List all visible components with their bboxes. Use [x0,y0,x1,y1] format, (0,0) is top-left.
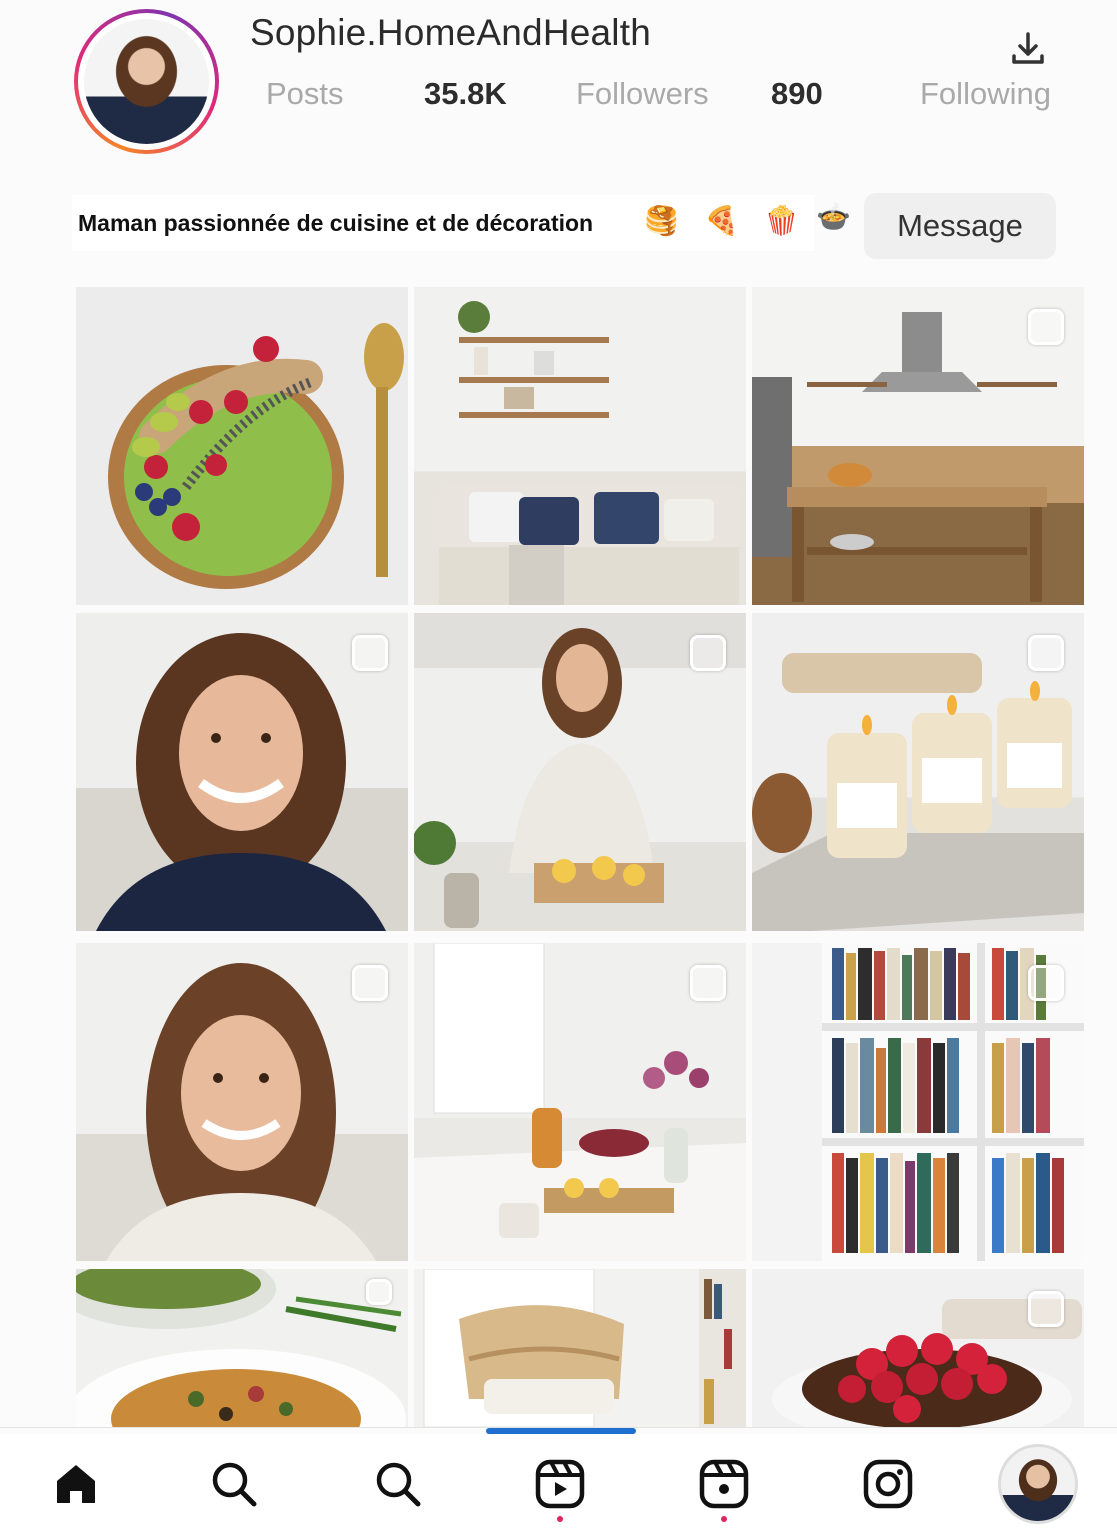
multi-select-checkbox[interactable] [690,635,726,671]
followers-label[interactable]: Followers [576,76,709,112]
multi-select-checkbox[interactable] [1028,635,1064,671]
reels-activity-icon[interactable] [696,1456,752,1522]
multi-select-checkbox[interactable] [1028,965,1064,1001]
multi-select-checkbox[interactable] [366,1279,392,1305]
post-candles[interactable] [752,613,1084,931]
post-grid [76,287,1084,1427]
download-icon[interactable] [1010,30,1046,68]
profile-avatar-nav[interactable] [998,1444,1078,1524]
multi-select-checkbox[interactable] [352,635,388,671]
multi-select-checkbox[interactable] [690,965,726,1001]
multi-select-checkbox[interactable] [1028,1291,1064,1327]
post-portrait-1[interactable] [76,613,408,931]
notification-dot [721,1516,727,1522]
post-raspberry-cake[interactable] [752,1269,1084,1427]
stew-icon: 🍲 [816,200,851,233]
reels-icon[interactable] [532,1456,588,1522]
following-label[interactable]: Following [920,76,1051,112]
followers-count[interactable]: 35.8K [424,76,507,112]
search-icon[interactable] [206,1456,262,1512]
living-room-image [439,301,739,605]
post-smoothie-bowl[interactable] [76,287,408,605]
profile-avatar[interactable] [74,9,219,154]
bio-text: Maman passionnée de cuisine et de décora… [78,209,594,236]
avatar-photo [84,19,209,144]
posts-label[interactable]: Posts [266,76,344,112]
post-bookshelf[interactable] [752,943,1084,1261]
post-avocado-toast[interactable] [414,613,746,931]
following-count[interactable]: 890 [771,76,823,112]
explore-icon[interactable] [370,1456,426,1512]
rattan-chair-image [423,1269,746,1427]
post-rattan-chair[interactable] [414,1269,746,1427]
pancake-icon: 🥞 [644,204,679,237]
smoothie-bowl-image [108,323,404,589]
username: Sophie.HomeAndHealth [250,12,651,53]
bottom-nav [0,1434,1117,1531]
post-salad-pasta[interactable] [76,1269,408,1427]
popcorn-icon: 🍿 [764,204,799,237]
pizza-icon: 🍕 [704,204,739,237]
message-button[interactable]: Message [864,193,1056,259]
multi-select-checkbox[interactable] [1028,309,1064,345]
post-kitchen[interactable] [752,287,1084,605]
notification-dot [557,1516,563,1522]
active-tab-indicator [486,1428,636,1434]
multi-select-checkbox[interactable] [352,965,388,1001]
post-portrait-2[interactable] [76,943,408,1261]
instagram-icon[interactable] [860,1456,916,1512]
home-icon[interactable] [48,1456,104,1512]
post-living-room[interactable] [414,287,746,605]
bio: Maman passionnée de cuisine et de décora… [72,195,814,251]
profile-page: Sophie.HomeAndHealth Posts 35.8K Followe… [0,0,1117,1531]
post-breakfast-table[interactable] [414,943,746,1261]
salad-pasta-image [76,1269,406,1427]
